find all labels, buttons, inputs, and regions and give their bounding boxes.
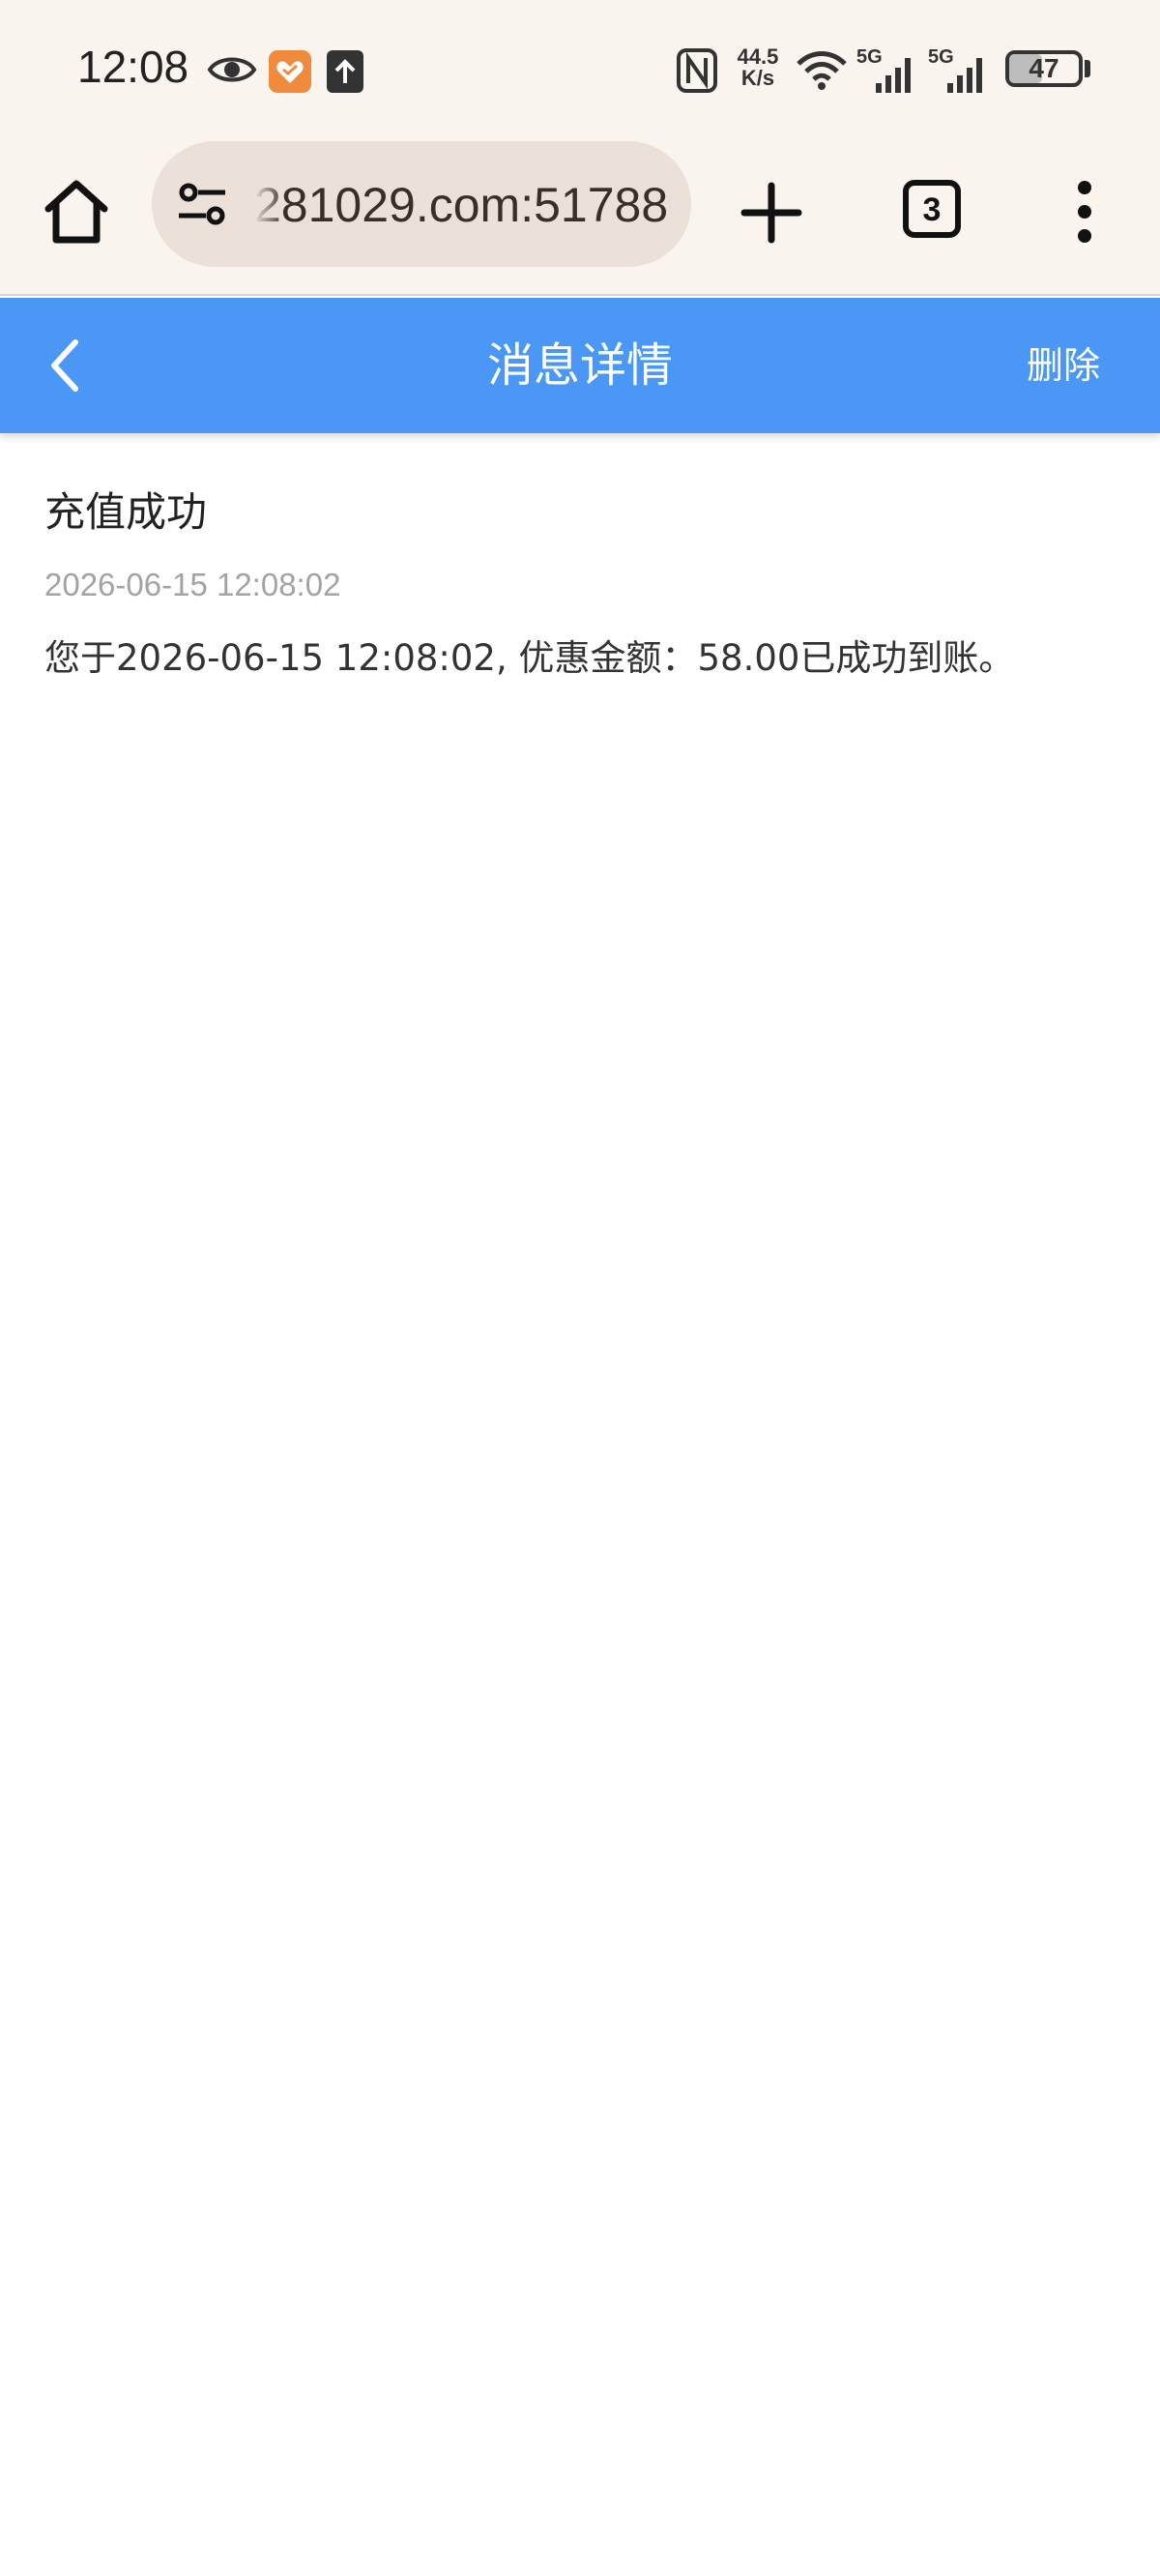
status-bar: 12:08 44.5 K/s 5G 5G 47	[0, 0, 1160, 141]
health-app-icon	[269, 50, 311, 93]
delete-button[interactable]: 删除	[1027, 298, 1100, 433]
address-bar-content: 281029.com:51788	[152, 141, 691, 267]
battery-icon: 47	[1005, 50, 1083, 87]
browser-toolbar: 281029.com:51788 3	[0, 141, 1160, 296]
app-bar: 消息详情 删除	[0, 298, 1160, 433]
tabs-icon[interactable]: 3	[903, 180, 961, 238]
battery-nub	[1085, 60, 1090, 77]
page-title: 消息详情	[486, 338, 673, 393]
message-title: 充值成功	[44, 488, 208, 536]
url-fade	[254, 170, 285, 238]
site-settings-icon[interactable]	[175, 177, 229, 231]
network-speed: 44.5 K/s	[737, 44, 779, 90]
cell-signal-icon: 5G	[928, 46, 992, 93]
wifi-icon	[797, 51, 847, 90]
upload-icon	[327, 50, 363, 93]
cell-signal-icon: 5G	[856, 46, 920, 93]
tab-count: 3	[922, 191, 942, 228]
eye-icon	[207, 57, 257, 82]
battery-level: 47	[1029, 53, 1059, 83]
message-timestamp: 2026-06-15 12:08:02	[44, 567, 341, 602]
url-text[interactable]: 281029.com:51788	[254, 176, 670, 234]
more-vert-icon[interactable]	[1059, 176, 1110, 248]
status-time: 12:08	[77, 42, 189, 92]
home-icon[interactable]	[41, 176, 112, 248]
nfc-icon	[677, 48, 717, 93]
back-icon[interactable]	[43, 333, 91, 398]
message-body: 您于2026-06-15 12:08:02, 优惠金额：58.00已成功到账。	[44, 637, 1015, 679]
plus-icon[interactable]	[737, 178, 806, 248]
